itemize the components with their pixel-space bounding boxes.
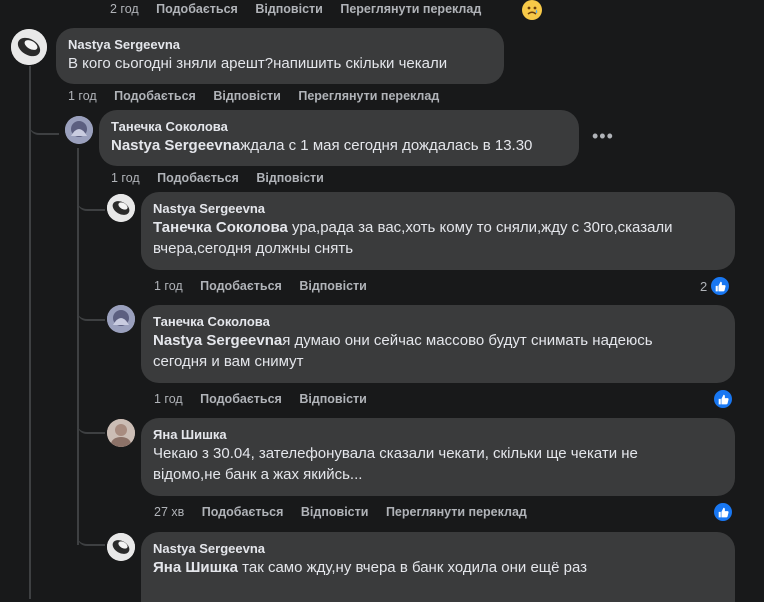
comment-text: ура,рада за вас,хоть кому то сняли,жду с… — [287, 219, 673, 236]
comment-author[interactable]: Nastya Sergeevna — [153, 200, 723, 217]
avatar[interactable] — [107, 533, 135, 561]
like-link[interactable]: Подобається — [114, 89, 196, 103]
avatar[interactable] — [107, 194, 135, 222]
comment-actions: 1 год Подобається Відповісти — [111, 171, 338, 185]
comment-text: я думаю они сейчас массово будут снимать… — [282, 332, 653, 349]
reply-link[interactable]: Відповісти — [255, 2, 323, 16]
thread-connector — [29, 115, 59, 135]
comment-text: вчера,сегодня должны снять — [153, 240, 354, 257]
reaction-count[interactable] — [712, 388, 734, 410]
comment-bubble: Танечка Соколова Nastya Sergeevnaя думаю… — [141, 305, 735, 383]
reaction-count[interactable]: 2 — [700, 275, 732, 297]
sad-emoji-icon — [522, 0, 542, 20]
mention-tag[interactable]: Nastya Sergeevna — [153, 332, 282, 349]
thread-connector — [77, 418, 105, 434]
comment-time: 1 год — [154, 279, 183, 293]
comment-text: В кого сьогодні зняли арешт?напишить скі… — [68, 55, 448, 72]
comment-bubble: Nastya Sergeevna В кого сьогодні зняли а… — [56, 28, 504, 84]
mention-tag[interactable]: Танечка Соколова — [153, 219, 288, 236]
avatar[interactable] — [11, 29, 47, 65]
comment-actions: 1 год Подобається Відповісти Переглянути… — [68, 89, 453, 103]
thread-connector — [77, 530, 105, 546]
reply-link[interactable]: Відповісти — [256, 171, 324, 185]
mention-tag[interactable]: Яна Шишка — [153, 559, 238, 576]
translate-link[interactable]: Переглянути переклад — [298, 89, 439, 103]
comment-bubble: Nastya Sergeevna Яна Шишка так само жду,… — [141, 532, 735, 602]
more-options-icon[interactable]: ••• — [592, 126, 614, 147]
top-comment-actions: 2 год Подобається Відповісти Переглянути… — [110, 2, 495, 16]
thread-connector — [77, 305, 105, 321]
comment-text: сегодня и вам снимут — [153, 353, 304, 370]
thread-connector — [77, 195, 105, 211]
thumbs-up-icon — [712, 501, 734, 523]
comment-author[interactable]: Nastya Sergeevna — [68, 36, 492, 53]
comment-text: Чекаю з 30.04, зателефонувала сказали че… — [153, 445, 638, 462]
like-link[interactable]: Подобається — [156, 2, 238, 16]
comment-author[interactable]: Танечка Соколова — [153, 313, 723, 330]
avatar[interactable] — [107, 305, 135, 333]
avatar[interactable] — [65, 116, 93, 144]
translate-link[interactable]: Переглянути переклад — [386, 505, 527, 519]
comment-time: 1 год — [68, 89, 97, 103]
comment-time: 1 год — [111, 171, 140, 185]
comment-time: 1 год — [154, 392, 183, 406]
comment-actions: 1 год Подобається Відповісти — [154, 279, 381, 293]
comment-actions: 27 хв Подобається Відповісти Переглянути… — [154, 505, 541, 519]
like-link[interactable]: Подобається — [202, 505, 284, 519]
reaction-count[interactable] — [712, 501, 734, 523]
comment-author[interactable]: Танечка Соколова — [111, 118, 567, 135]
thumbs-up-icon — [709, 275, 732, 297]
translate-link[interactable]: Переглянути переклад — [340, 2, 481, 16]
thread-line-main — [29, 66, 31, 599]
comment-bubble: Яна Шишка Чекаю з 30.04, зателефонувала … — [141, 418, 735, 496]
avatar[interactable] — [107, 419, 135, 447]
comment-bubble: Nastya Sergeevna Танечка Соколова ура,ра… — [141, 192, 735, 270]
comment-time: 27 хв — [154, 505, 185, 519]
comment-bubble: Танечка Соколова Nastya Sergeevnaждала с… — [99, 110, 579, 166]
like-link[interactable]: Подобається — [200, 392, 282, 406]
comment-time: 2 год — [110, 2, 139, 16]
comment-actions: 1 год Подобається Відповісти — [154, 392, 381, 406]
reaction-number: 2 — [700, 278, 708, 294]
like-link[interactable]: Подобається — [157, 171, 239, 185]
mention-tag[interactable]: Nastya Sergeevna — [111, 137, 240, 154]
reply-link[interactable]: Відповісти — [299, 392, 367, 406]
comment-text: відомо,не банк а жах якийсь... — [153, 466, 363, 483]
comment-text: ждала с 1 мая сегодня дождалась в 13.30 — [240, 137, 533, 154]
reply-link[interactable]: Відповісти — [213, 89, 281, 103]
reply-link[interactable]: Відповісти — [299, 279, 367, 293]
comment-text: так само жду,ну вчера в банк ходила они … — [238, 559, 588, 576]
reply-link[interactable]: Відповісти — [301, 505, 369, 519]
thumbs-up-icon — [712, 388, 734, 410]
comment-author[interactable]: Nastya Sergeevna — [153, 540, 723, 557]
like-link[interactable]: Подобається — [200, 279, 282, 293]
comment-author[interactable]: Яна Шишка — [153, 426, 723, 443]
